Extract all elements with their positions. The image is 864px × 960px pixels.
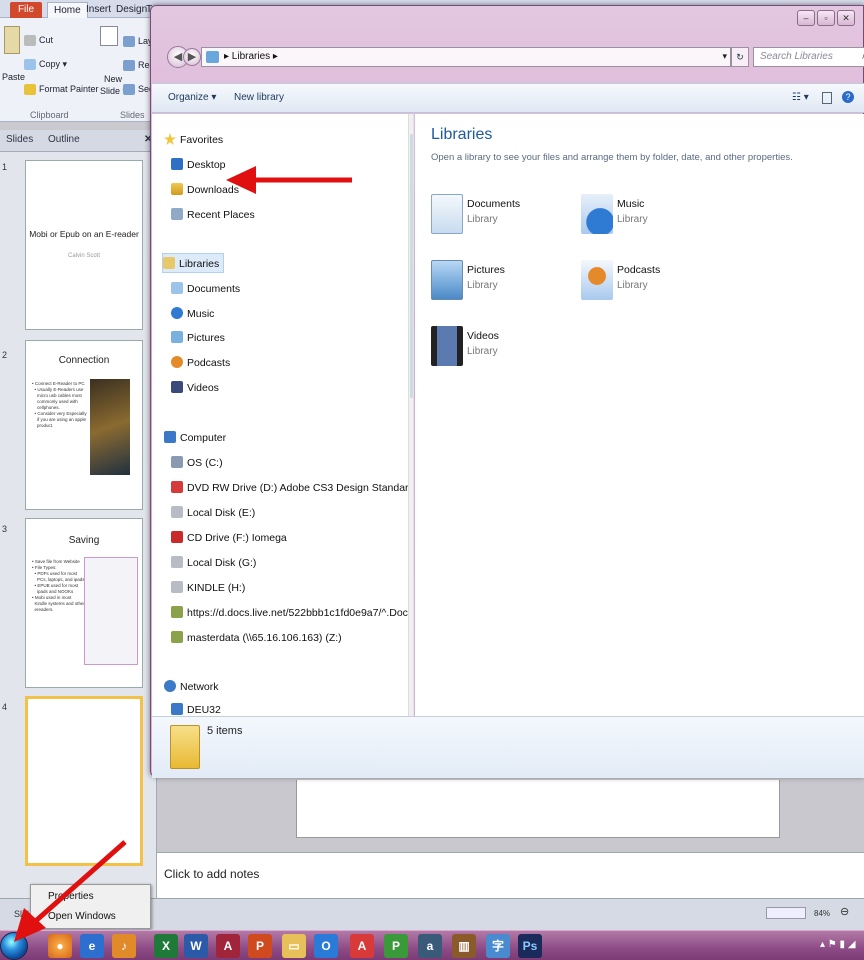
annotation-arrows [14,166,352,942]
arrow-to-downloads [226,166,352,194]
arrow-to-start-button [14,840,127,942]
